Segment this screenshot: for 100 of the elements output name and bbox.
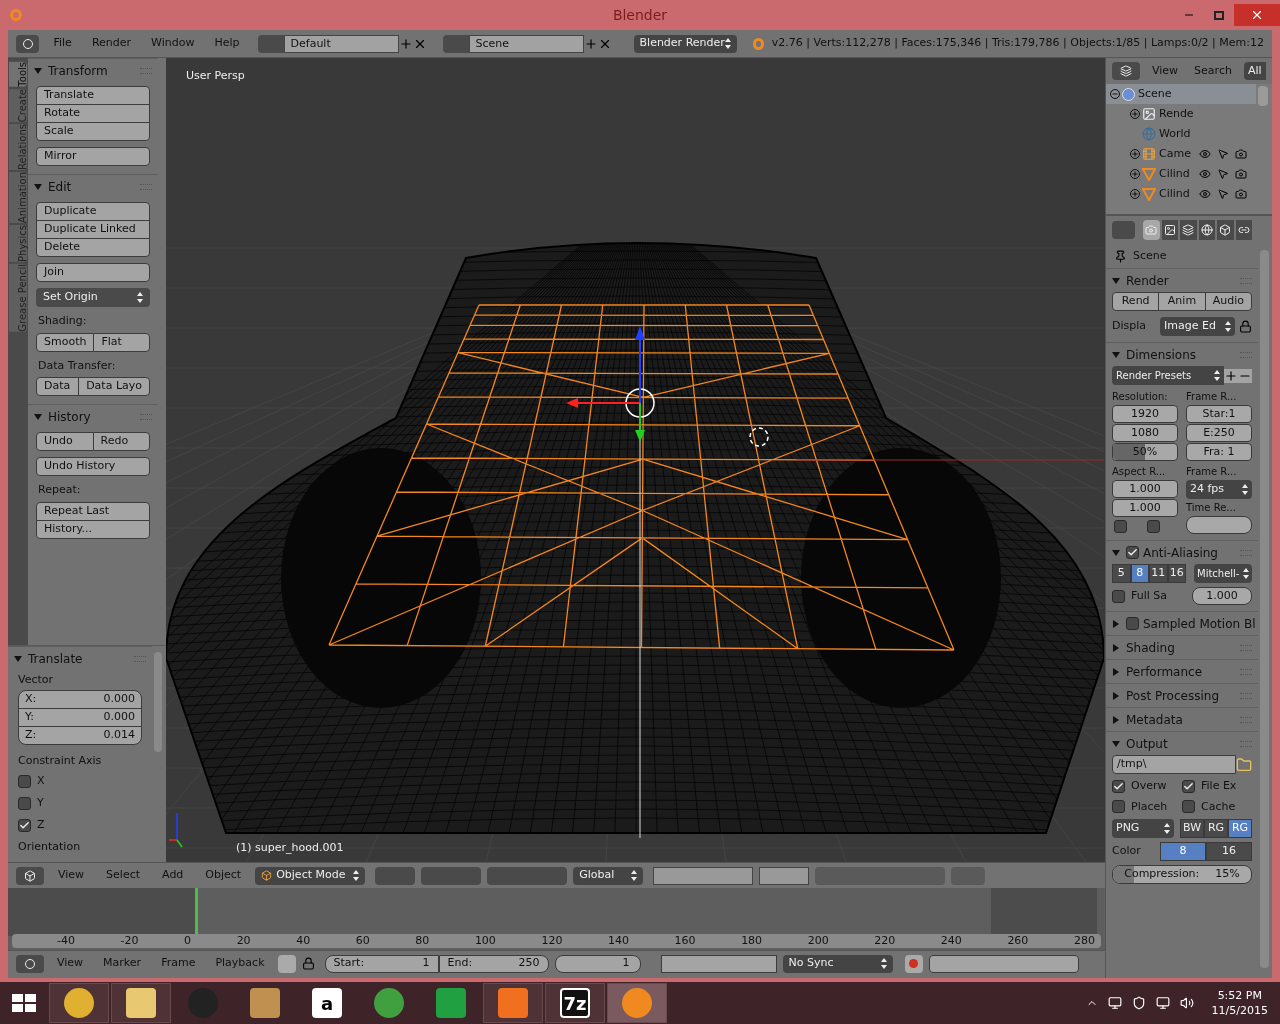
panel-header[interactable]: Shading [1106, 635, 1258, 659]
taskbar-app[interactable] [49, 983, 109, 1023]
color-mode-option[interactable]: RG [1204, 819, 1228, 838]
collapse-icon[interactable] [1110, 89, 1120, 99]
render-button[interactable]: Anim [1158, 292, 1206, 311]
volume-icon[interactable] [1179, 996, 1194, 1010]
layers-tab[interactable] [1161, 220, 1179, 240]
tool-button[interactable]: Scale [36, 122, 150, 141]
filter-dropdown[interactable]: Mitchell- [1194, 564, 1252, 583]
expanded-triangle-icon[interactable] [14, 654, 22, 663]
outliner-row[interactable]: Rende [1106, 104, 1256, 124]
checkbox[interactable] [18, 818, 31, 832]
tool-button[interactable]: Redo [92, 432, 150, 451]
menu-item[interactable]: Search [1190, 62, 1236, 80]
number-field[interactable]: 1920 [1112, 405, 1178, 423]
time-remap-field[interactable] [1186, 516, 1252, 534]
eye-icon[interactable] [1199, 148, 1211, 160]
taskbar-app[interactable] [607, 983, 667, 1023]
pointer-icon[interactable] [1217, 188, 1229, 200]
mode-dropdown[interactable]: Object Mode [255, 866, 366, 885]
link-tab[interactable] [1235, 220, 1252, 240]
panel-header[interactable]: Performance [1106, 659, 1258, 683]
collapsed-triangle-icon[interactable] [1112, 715, 1120, 724]
orientation-dropdown[interactable]: Global [573, 866, 644, 885]
checkbox[interactable] [1126, 546, 1139, 559]
number-field[interactable]: E:250 [1186, 424, 1252, 442]
color-depth-option[interactable]: 8 [1160, 842, 1206, 861]
scene-field[interactable]: Scene [468, 34, 584, 53]
tool-button[interactable]: Delete [36, 238, 150, 257]
checkbox[interactable] [1114, 520, 1127, 533]
panel-header[interactable]: Transform [28, 58, 158, 82]
lock-icon[interactable] [1239, 320, 1252, 333]
menu-item[interactable]: Frame [154, 955, 203, 972]
tool-button[interactable]: Data Layo [78, 377, 150, 396]
set-origin-dropdown[interactable]: Set Origin [36, 288, 150, 307]
pointer-icon[interactable] [1217, 168, 1229, 180]
timeline[interactable]: -40 -20 0 20 40 60 80 100 120 140 160 180 200 220 240 260 280 [8, 888, 1105, 950]
checkbox[interactable] [1126, 617, 1139, 630]
editor-type-button[interactable] [16, 866, 44, 885]
display-dropdown[interactable]: Image Ed [1160, 317, 1235, 336]
expanded-triangle-icon[interactable] [1112, 739, 1120, 748]
tool-button[interactable]: Flat [93, 332, 150, 352]
expanded-triangle-icon[interactable] [1112, 350, 1120, 359]
frame-rate-dropdown[interactable]: 24 fps [1186, 480, 1252, 499]
add-icon[interactable] [583, 36, 598, 51]
sync-dropdown[interactable]: No Sync [782, 954, 893, 973]
color-mode-option[interactable]: BW [1180, 819, 1204, 838]
expand-icon[interactable] [1130, 169, 1140, 179]
taskbar-app[interactable]: 7z [545, 983, 605, 1023]
checkbox[interactable] [18, 774, 31, 788]
expand-icon[interactable] [1130, 109, 1140, 119]
tool-button[interactable]: Repeat Last [36, 501, 150, 521]
number-field[interactable]: Fra: 1 [1186, 443, 1252, 461]
tool-button[interactable]: Undo History [36, 457, 150, 476]
info-editor-button[interactable] [16, 34, 40, 53]
taskbar-app[interactable] [483, 983, 543, 1023]
checkbox[interactable] [1182, 779, 1195, 793]
expand-icon[interactable] [1130, 149, 1140, 159]
format-dropdown[interactable]: PNG [1112, 819, 1174, 838]
panel-header[interactable]: Translate [8, 646, 152, 670]
eye-icon[interactable] [1199, 168, 1211, 180]
outliner-row[interactable]: Cilind [1106, 184, 1256, 204]
menu-item[interactable]: Help [208, 35, 246, 52]
monitor-icon[interactable] [1107, 996, 1122, 1010]
shield-icon[interactable] [1131, 996, 1146, 1010]
collapsed-triangle-icon[interactable] [1112, 691, 1120, 700]
tool-button[interactable]: Undo [36, 432, 94, 451]
output-path-field[interactable]: /tmp\ [1112, 755, 1236, 774]
menu-item[interactable]: Render [85, 35, 138, 52]
menu-item[interactable]: Object [197, 867, 250, 884]
add-icon[interactable] [1224, 368, 1238, 383]
menu-item[interactable]: File [47, 35, 78, 52]
outliner-row[interactable]: Cilind [1106, 164, 1256, 184]
menu-item[interactable]: Select [98, 867, 149, 884]
expand-icon[interactable] [1130, 189, 1140, 199]
render-button[interactable]: Rend [1112, 292, 1160, 311]
presets-dropdown[interactable]: Render Presets [1112, 366, 1224, 385]
number-field[interactable]: 1.000 [1112, 480, 1178, 498]
panel-header[interactable]: Sampled Motion Bl [1106, 611, 1258, 635]
render-engine-dropdown[interactable]: Blender Render [633, 34, 737, 53]
collapsed-triangle-icon[interactable] [1112, 667, 1120, 676]
color-mode-option[interactable]: RG [1228, 819, 1252, 838]
layout-field[interactable]: Default [283, 34, 399, 53]
expanded-triangle-icon[interactable] [1112, 276, 1120, 285]
checkbox[interactable] [1112, 779, 1125, 793]
checkbox[interactable] [18, 796, 31, 810]
number-field[interactable]: X: 0.000 [18, 689, 142, 709]
checkbox[interactable] [1147, 520, 1160, 533]
editor-type-button[interactable] [16, 954, 44, 973]
tool-button[interactable]: Join [36, 263, 150, 282]
add-icon[interactable] [398, 36, 413, 51]
collapsed-triangle-icon[interactable] [1112, 643, 1120, 652]
panel-header[interactable]: History [28, 404, 158, 428]
outliner-row[interactable]: World [1106, 124, 1256, 144]
filter-dropdown[interactable]: All [1243, 62, 1266, 80]
start-frame-field[interactable]: Start: 1 [324, 954, 439, 973]
panel-header[interactable]: Edit [28, 174, 158, 198]
tool-button[interactable]: Data [36, 377, 80, 396]
expanded-triangle-icon[interactable] [34, 182, 42, 191]
menu-item[interactable]: Marker [96, 955, 149, 972]
